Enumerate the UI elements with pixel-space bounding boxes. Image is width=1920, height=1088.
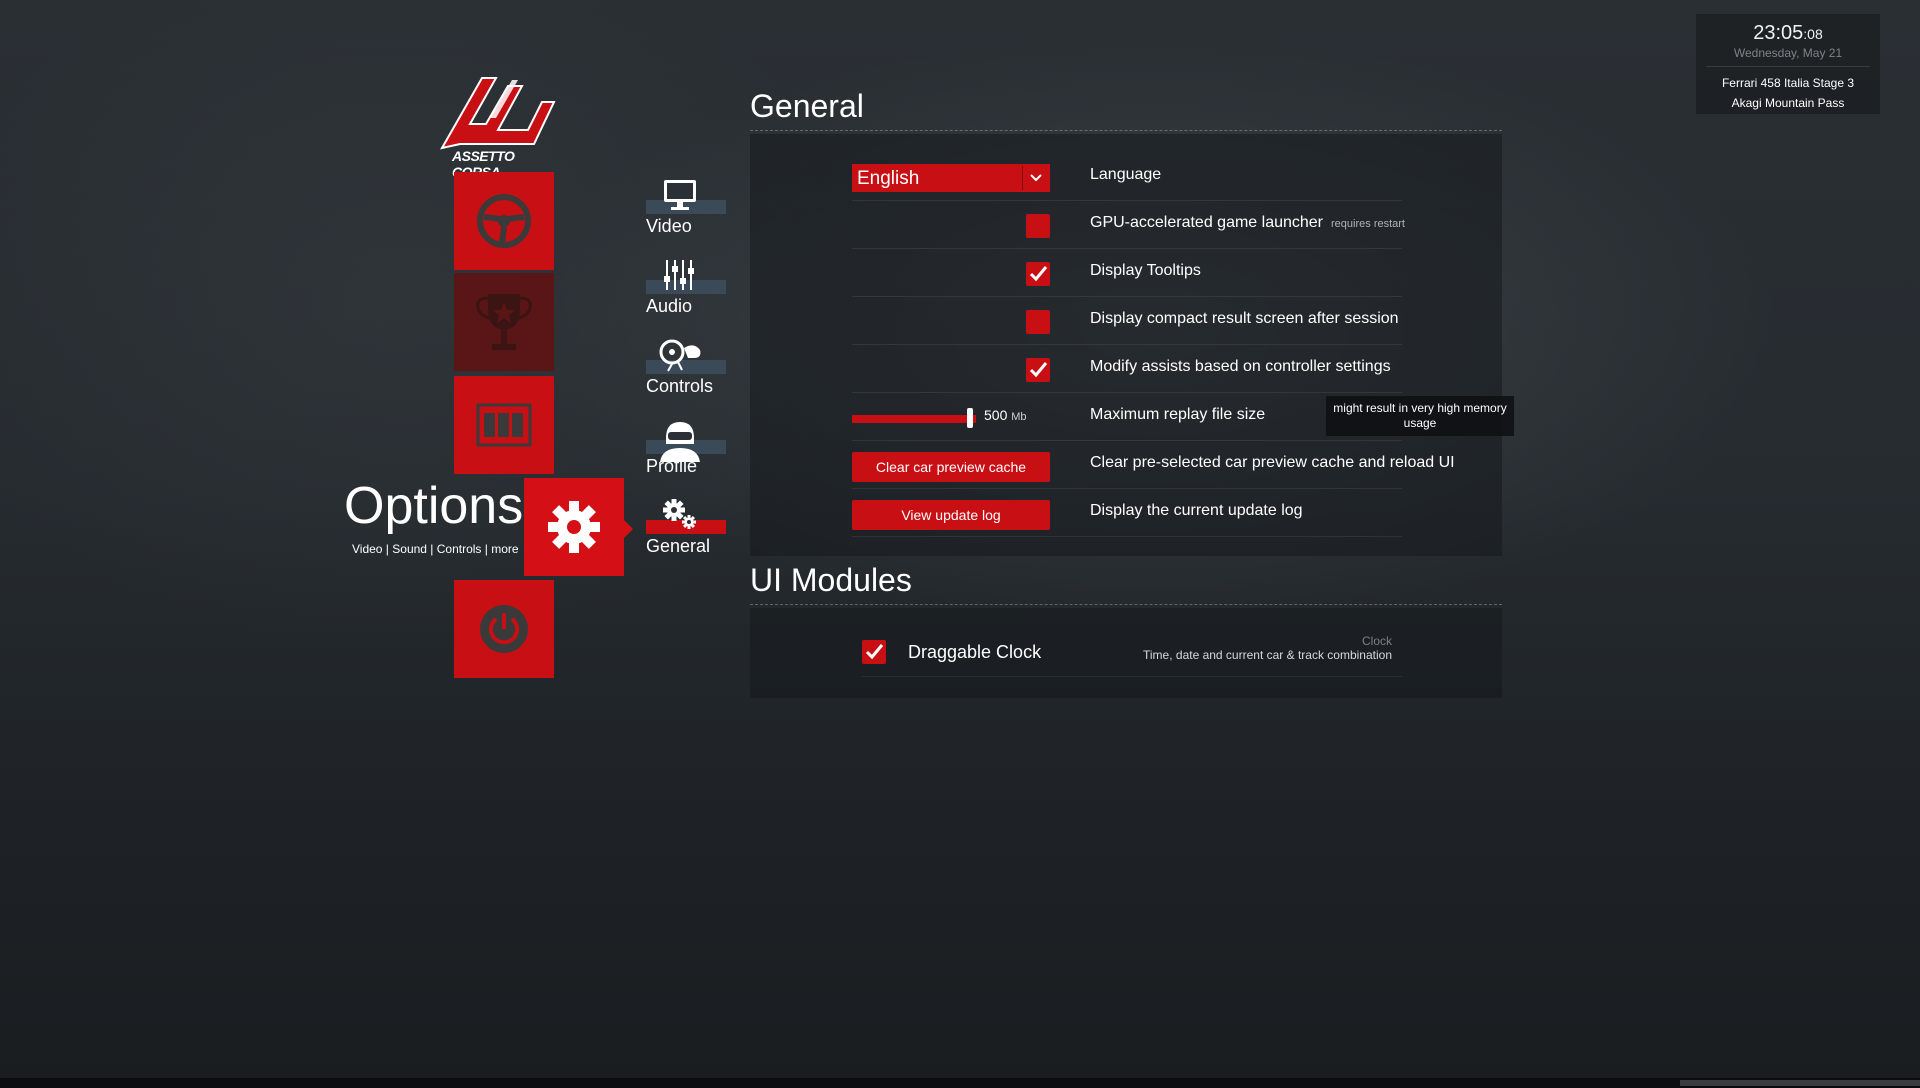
submenu-label: Profile [646, 456, 698, 476]
film-strip-icon [476, 403, 532, 447]
module-title: Clock [1361, 634, 1392, 648]
clock-car: Ferrari 458 Italia Stage 3 [1721, 76, 1855, 90]
submenu-label: Audio [646, 296, 693, 316]
section-title-general: General [750, 88, 864, 124]
language-row: English Language [852, 154, 1402, 201]
draggable-clock-widget[interactable]: 23:05:08 Wednesday, May 21 Ferrari 458 I… [1696, 14, 1880, 114]
select-divider [1022, 166, 1023, 190]
controller-icon [659, 339, 701, 372]
tooltips-label: Display Tooltips [1090, 262, 1201, 279]
module-row-draggable-clock: Draggable Clock Clock Time, date and cur… [862, 618, 1402, 677]
requires-restart-note: requires restart [1331, 218, 1405, 230]
submenu-label: General [646, 536, 711, 556]
section-divider [750, 604, 1502, 605]
submenu-label: Controls [646, 376, 714, 396]
language-label: Language [1090, 166, 1162, 183]
slider-handle[interactable] [967, 408, 973, 428]
update-log-label: Display the current update log [1090, 502, 1303, 519]
tooltips-checkbox[interactable] [1026, 262, 1050, 286]
special-events-tile[interactable] [454, 273, 554, 371]
monitor-icon [664, 180, 696, 210]
language-value: English [857, 168, 920, 189]
clear-cache-row: Clear car preview cache Clear pre-select… [852, 442, 1455, 489]
replay-size-label: Maximum replay file size [1090, 406, 1266, 423]
assetto-corsa-logo: ASSETTO CORSA [438, 72, 556, 180]
submenu-video[interactable]: Video [646, 178, 728, 250]
submenu-audio[interactable]: Audio [646, 258, 728, 330]
gear-icon [548, 501, 600, 553]
tooltips-row: Display Tooltips [852, 250, 1402, 297]
clear-cache-label: Clear pre-selected car preview cache and… [1090, 454, 1455, 471]
view-update-log-button[interactable]: View update log [852, 500, 1050, 530]
checkmark-icon [1029, 266, 1048, 282]
clock-track: Akagi Mountain Pass [1731, 96, 1845, 110]
steering-wheel-icon [477, 194, 531, 248]
active-tile-pointer [624, 520, 633, 538]
compact-result-checkbox[interactable] [1026, 310, 1050, 334]
section-title-ui-modules: UI Modules [750, 562, 912, 598]
exit-tile[interactable] [454, 580, 554, 678]
submenu-controls[interactable]: Controls [646, 338, 728, 410]
mixer-sliders-icon [664, 260, 694, 290]
replay-size-slider[interactable] [852, 408, 976, 428]
gpu-launcher-row: GPU-accelerated game launcher requires re… [852, 202, 1405, 249]
bottom-bar [0, 1078, 1920, 1088]
logo-mark-icon [440, 77, 556, 150]
gpu-launcher-checkbox[interactable] [1026, 214, 1050, 238]
replay-size-unit: Mb [1011, 411, 1027, 423]
clock-seconds: :08 [1803, 26, 1823, 42]
gears-icon [663, 499, 696, 529]
page-title: Options [344, 477, 524, 535]
submenu-label: Video [646, 216, 692, 236]
modify-assists-label: Modify assists based on controller setti… [1090, 358, 1391, 375]
section-divider [750, 130, 1502, 131]
draggable-clock-checkbox[interactable] [862, 640, 886, 664]
module-name: Draggable Clock [908, 642, 1042, 662]
horizontal-scrollbar[interactable] [1680, 1080, 1920, 1086]
checkmark-icon [865, 644, 884, 660]
clear-car-preview-cache-button[interactable]: Clear car preview cache [852, 452, 1050, 482]
replay-tile[interactable] [454, 376, 554, 474]
language-select[interactable]: English [852, 164, 1050, 192]
page-subtitle: Video | Sound | Controls | more [352, 542, 519, 556]
replay-size-row: 500 Mb Maximum replay file size [852, 394, 1402, 441]
module-description: Time, date and current car & track combi… [1143, 648, 1392, 662]
options-tile[interactable] [524, 478, 633, 576]
power-icon [480, 605, 528, 653]
gpu-launcher-label: GPU-accelerated game launcher requires re… [1090, 214, 1405, 231]
drive-tile[interactable] [454, 172, 554, 270]
submenu-profile[interactable]: Profile [646, 418, 728, 490]
replay-size-tooltip: might result in very high memory usage [1326, 396, 1514, 436]
update-log-row: View update log Display the current upda… [852, 490, 1402, 537]
modify-assists-checkbox[interactable] [1026, 358, 1050, 382]
trophy-icon [476, 294, 532, 350]
replay-size-value: 500 Mb [984, 407, 1027, 423]
modify-assists-row: Modify assists based on controller setti… [852, 346, 1402, 393]
compact-result-row: Display compact result screen after sess… [852, 298, 1402, 345]
submenu-general[interactable]: General [646, 498, 728, 570]
clock-date: Wednesday, May 21 [1733, 46, 1843, 60]
compact-result-label: Display compact result screen after sess… [1090, 310, 1399, 327]
chevron-down-icon [1030, 174, 1042, 182]
clock-time: 23:05:08 [1753, 22, 1823, 44]
clock-divider [1706, 66, 1870, 67]
checkmark-icon [1029, 362, 1048, 378]
